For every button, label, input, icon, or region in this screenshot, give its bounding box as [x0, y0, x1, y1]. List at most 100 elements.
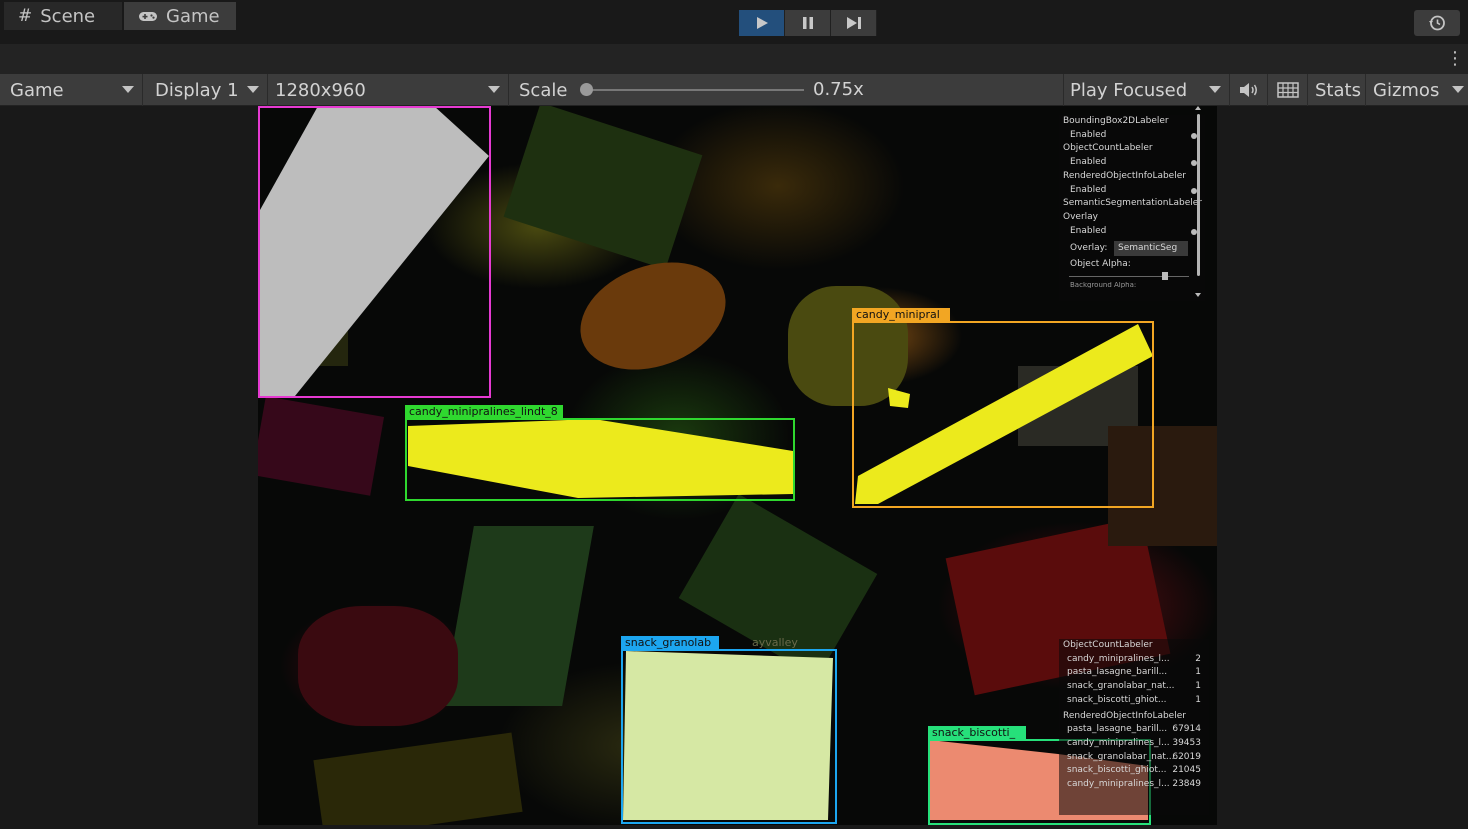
- bottom-edge: [0, 825, 1468, 829]
- labeler-enabled-toggle[interactable]: Enabled: [1059, 184, 1205, 198]
- count-value: 1: [1195, 681, 1201, 692]
- tab-game-label: Game: [166, 5, 220, 27]
- gamepad-icon: [139, 12, 157, 21]
- pause-button[interactable]: [785, 10, 831, 36]
- count-value: 1: [1195, 667, 1201, 678]
- labeler-enabled-toggle[interactable]: Enabled: [1059, 225, 1205, 239]
- chevron-down-icon: [488, 86, 500, 93]
- game-viewport[interactable]: candy_minipralines_lindt_8 candy_minipra…: [258, 106, 1217, 825]
- labeler-header: RenderedObjectInfoLabeler: [1063, 170, 1186, 181]
- info-name: pasta_lasagne_barill...: [1067, 724, 1168, 735]
- toggle-label: Enabled: [1070, 129, 1107, 140]
- bounding-box-label: snack_biscotti_: [928, 726, 1026, 740]
- labeler-header: BoundingBox2DLabeler: [1063, 116, 1169, 126]
- info-row: snack_granolabar_nat... 62019: [1059, 751, 1209, 765]
- info-value: 23849: [1172, 779, 1201, 790]
- chevron-down-icon: [1452, 86, 1464, 93]
- slider-handle[interactable]: [1162, 272, 1168, 281]
- display-dropdown[interactable]: Display 1: [145, 74, 268, 106]
- panel-scrollbar[interactable]: [1197, 114, 1200, 276]
- scale-slider-handle[interactable]: [580, 83, 593, 96]
- tab-scene[interactable]: # Scene: [4, 2, 122, 30]
- bounding-box-label-tail: ayvalley: [752, 636, 798, 649]
- info-name: snack_biscotti_ghiot...: [1067, 765, 1167, 776]
- count-row: snack_biscotti_ghiot... 1: [1059, 694, 1209, 708]
- count-name: candy_minipralines_l...: [1067, 653, 1170, 664]
- object-alpha-slider[interactable]: [1059, 272, 1205, 282]
- count-name: snack_granolabar_nat...: [1067, 681, 1175, 692]
- bounding-box: [852, 321, 1154, 508]
- play-mode-label: Play Focused: [1070, 79, 1188, 101]
- labeler-enabled-toggle[interactable]: Enabled: [1059, 156, 1205, 170]
- chevron-down-icon[interactable]: [1195, 293, 1201, 297]
- info-row: snack_biscotti_ghiot... 21045: [1059, 764, 1209, 778]
- tab-game[interactable]: Game: [124, 2, 236, 30]
- overlay-row: Overlay: SemanticSeg: [1059, 238, 1205, 258]
- count-name: pasta_lasagne_barill...: [1067, 667, 1168, 678]
- play-icon: [756, 17, 768, 29]
- toggle-label: Enabled: [1070, 184, 1107, 195]
- pause-icon: [802, 17, 813, 29]
- info-value: 39453: [1172, 737, 1201, 748]
- info-row: candy_minipralines_l... 23849: [1059, 778, 1209, 792]
- count-row: snack_granolabar_nat... 1: [1059, 680, 1209, 694]
- object-count-panel: ObjectCountLabeler candy_minipralines_l.…: [1059, 639, 1209, 815]
- stats-button-label: Stats: [1315, 79, 1361, 101]
- speaker-icon: [1240, 83, 1257, 97]
- toggle-label: Enabled: [1070, 157, 1107, 168]
- play-button[interactable]: [739, 10, 785, 36]
- gizmos-dropdown-label: Gizmos: [1373, 79, 1440, 101]
- info-name: snack_granolabar_nat...: [1067, 751, 1175, 762]
- play-mode-dropdown[interactable]: Play Focused: [1064, 74, 1230, 106]
- info-row: pasta_lasagne_barill... 67914: [1059, 723, 1209, 737]
- count-row: candy_minipralines_l... 2: [1059, 653, 1209, 667]
- labeler-header: Overlay: [1063, 211, 1098, 222]
- count-value: 1: [1195, 694, 1201, 705]
- overlay-dropdown[interactable]: SemanticSeg: [1114, 241, 1188, 257]
- count-value: 2: [1195, 653, 1201, 664]
- view-dropdown[interactable]: Game: [0, 74, 143, 106]
- clipped-row: Background Alpha:: [1070, 282, 1137, 289]
- resolution-dropdown[interactable]: 1280x960: [268, 74, 509, 106]
- gizmos-dropdown[interactable]: Gizmos: [1366, 74, 1468, 106]
- resolution-dropdown-label: 1280x960: [275, 79, 366, 101]
- keyboard-button[interactable]: [1268, 74, 1308, 106]
- step-icon: [846, 17, 861, 29]
- history-button[interactable]: [1414, 10, 1460, 36]
- more-options-icon[interactable]: ⋮: [1446, 50, 1464, 70]
- mute-audio-button[interactable]: [1230, 74, 1268, 106]
- tab-strip: [0, 44, 1468, 74]
- info-value: 21045: [1172, 765, 1201, 776]
- chevron-down-icon: [122, 86, 134, 93]
- labeler-enabled-toggle[interactable]: Enabled: [1059, 129, 1205, 143]
- chevron-down-icon: [1209, 86, 1221, 93]
- viewport-margin-left: [0, 106, 258, 829]
- info-name: candy_minipralines_l...: [1067, 737, 1170, 748]
- labeler-settings-panel: BoundingBox2DLabeler Enabled ObjectCount…: [1059, 115, 1205, 301]
- panel-title: RenderedObjectInfoLabeler: [1063, 710, 1186, 721]
- viewport-margin-right: [1217, 106, 1468, 829]
- grid-icon: #: [18, 6, 33, 26]
- labeler-header: ObjectCountLabeler: [1063, 143, 1153, 154]
- stats-button[interactable]: Stats: [1308, 74, 1366, 106]
- toggle-label: Enabled: [1070, 225, 1107, 236]
- view-dropdown-label: Game: [10, 79, 64, 101]
- bounding-box: [621, 649, 837, 824]
- count-name: snack_biscotti_ghiot...: [1067, 694, 1167, 705]
- chevron-up-icon[interactable]: [1195, 106, 1201, 110]
- object-alpha-label: Object Alpha:: [1070, 259, 1131, 270]
- step-button[interactable]: [831, 10, 877, 36]
- overlay-dropdown-value: SemanticSeg: [1118, 243, 1178, 254]
- panel-title: ObjectCountLabeler: [1063, 640, 1153, 650]
- bounding-box-label: candy_minipralines_lindt_8: [405, 405, 563, 419]
- keyboard-icon: [1277, 82, 1299, 98]
- overlay-label: Overlay:: [1070, 243, 1108, 254]
- count-row: pasta_lasagne_barill... 1: [1059, 666, 1209, 680]
- bounding-box: [258, 106, 491, 398]
- scale-slider-track[interactable]: [588, 89, 804, 91]
- bounding-box: [405, 418, 795, 501]
- tab-scene-label: Scene: [40, 5, 96, 27]
- info-value: 62019: [1172, 751, 1201, 762]
- scale-label: Scale: [519, 79, 568, 101]
- bounding-box-label: snack_granolab: [621, 636, 719, 650]
